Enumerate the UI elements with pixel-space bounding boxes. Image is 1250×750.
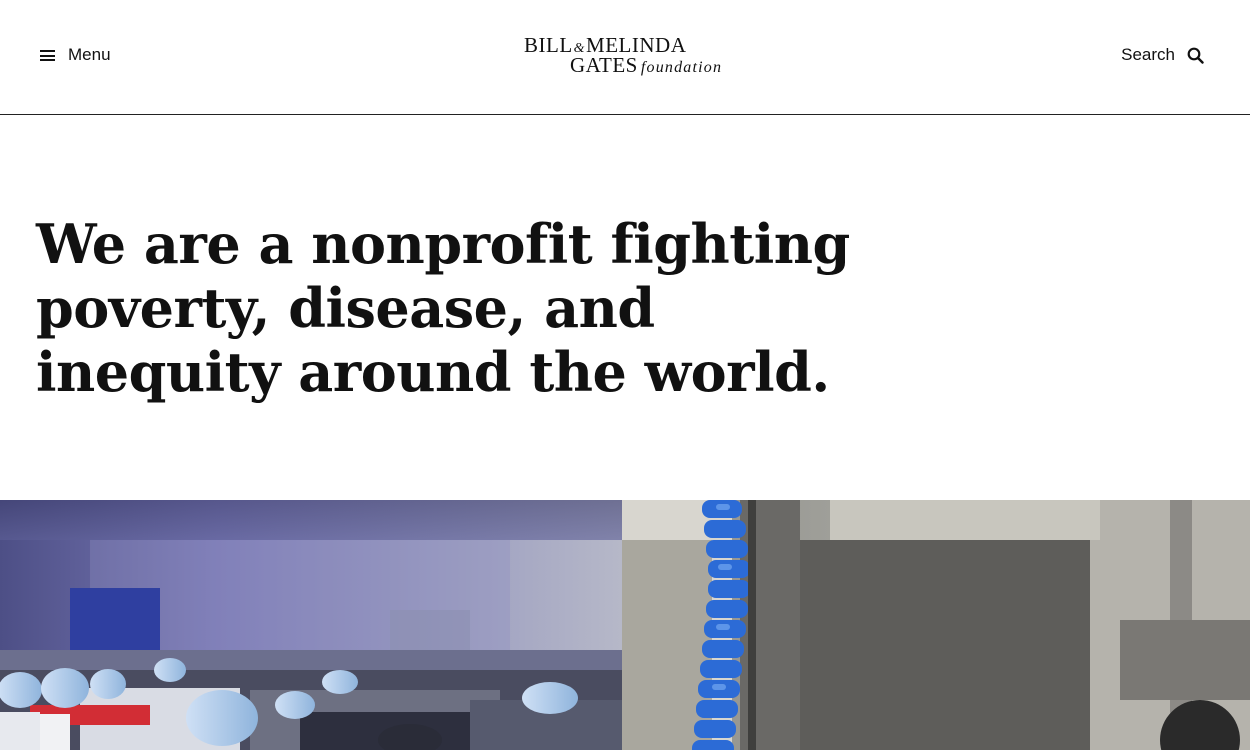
foundation-logo[interactable]: BILL&MELINDA GATES foundation [520, 33, 725, 79]
site-header: Menu BILL&MELINDA GATES foundation Search [0, 0, 1250, 115]
search-label: Search [1121, 45, 1175, 64]
menu-label: Menu [68, 45, 111, 64]
logo-word-foundation: foundation [640, 59, 723, 76]
hero-title: We are a nonprofit fighting poverty, dis… [36, 212, 850, 404]
logo-word-bill: BILL [524, 33, 573, 57]
logo-word-gates: GATES [570, 53, 638, 77]
factory-photo [0, 500, 1250, 750]
search-button[interactable]: Search [1121, 43, 1204, 67]
search-icon [1187, 47, 1204, 64]
hero-image [0, 500, 1250, 750]
menu-button[interactable]: Menu [40, 43, 111, 67]
logo-line-2: GATES foundation [570, 53, 722, 78]
hamburger-icon [40, 49, 56, 62]
